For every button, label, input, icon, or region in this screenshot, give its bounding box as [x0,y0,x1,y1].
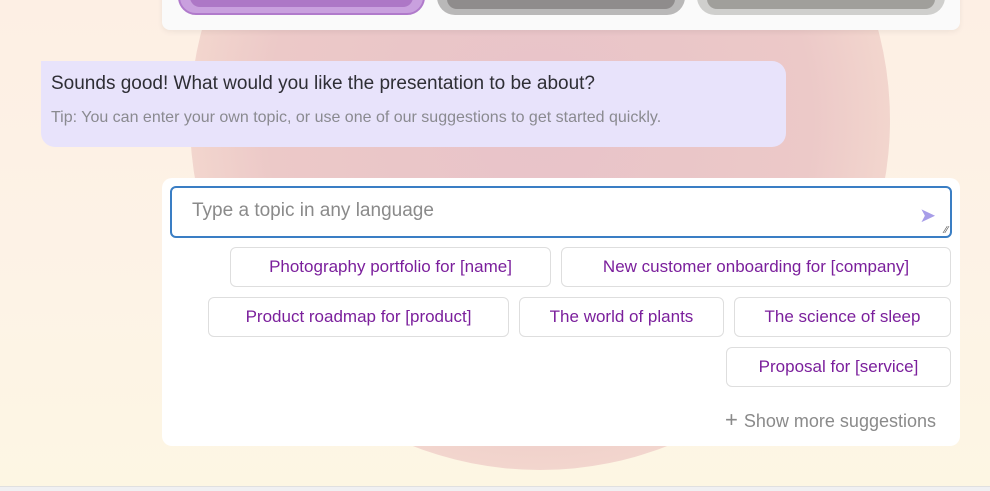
bottom-bar [0,486,990,491]
show-more-button[interactable]: + Show more suggestions [725,407,936,433]
suggestion-chip[interactable]: Photography portfolio for [name] [230,247,551,287]
show-more-label: Show more suggestions [743,411,936,431]
suggestion-chip[interactable]: The science of sleep [734,297,951,337]
message-question: Sounds good! What would you like the pre… [51,73,595,94]
suggestion-chip[interactable]: Product roadmap for [product] [208,297,509,337]
message-tip: Tip: You can enter your own topic, or us… [51,109,662,126]
suggestion-chip[interactable]: Proposal for [service] [726,347,951,387]
option-1-button[interactable] [178,0,425,15]
suggestion-chip[interactable]: The world of plants [519,297,724,337]
suggestion-chip[interactable]: New customer onboarding for [company] [561,247,951,287]
resize-handle-icon[interactable]: ∕∕ [945,225,948,236]
topic-panel: Type a topic in any language ➤ ∕∕ Photog… [162,178,960,446]
plus-icon: + [725,407,738,432]
option-3-button[interactable] [697,0,945,15]
option-2-button[interactable] [437,0,685,15]
send-icon[interactable]: ➤ [919,203,936,228]
assistant-message: Sounds good! What would you like the pre… [41,61,786,147]
topic-input[interactable]: Type a topic in any language ➤ ∕∕ [170,186,952,238]
topic-placeholder: Type a topic in any language [192,200,434,221]
